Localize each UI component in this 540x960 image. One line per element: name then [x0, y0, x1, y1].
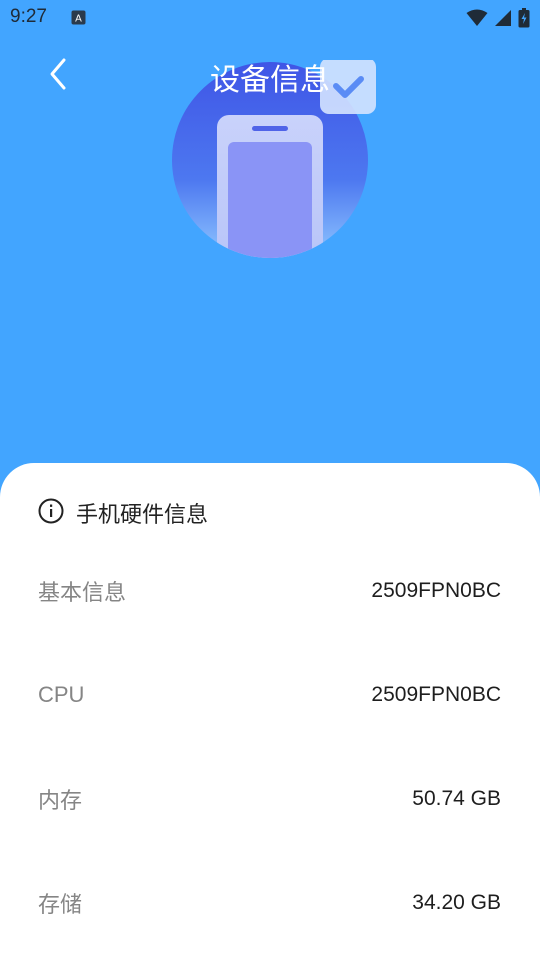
card-header: 手机硬件信息 — [38, 497, 208, 529]
status-time: 9:27 — [10, 6, 47, 27]
info-row-basic: 基本信息 2509FPN0BC — [38, 571, 501, 611]
wifi-icon — [466, 9, 488, 31]
info-value: 34.20 GB — [412, 891, 501, 914]
info-label: CPU — [38, 682, 85, 707]
svg-text:A: A — [75, 14, 82, 25]
info-label: 内存 — [38, 789, 83, 814]
info-value: 2509FPN0BC — [371, 579, 501, 602]
info-value: 50.74 GB — [412, 787, 501, 810]
info-label: 存储 — [38, 893, 83, 918]
info-value: 2509FPN0BC — [371, 683, 501, 706]
info-row-storage: 存储 34.20 GB — [38, 883, 501, 923]
page-title: 设备信息 — [210, 63, 330, 98]
info-row-memory: 内存 50.74 GB — [38, 779, 501, 819]
cell-signal-icon — [494, 9, 512, 31]
app-notification-icon: A — [71, 10, 86, 29]
battery-charging-icon — [518, 8, 530, 32]
info-icon — [38, 498, 64, 528]
info-row-cpu: CPU 2509FPN0BC — [38, 675, 501, 715]
status-bar: 9:27 A — [0, 0, 540, 36]
hardware-info-card: 手机硬件信息 基本信息 2509FPN0BC CPU 2509FPN0BC 内存… — [0, 463, 540, 960]
info-label: 基本信息 — [38, 581, 127, 606]
card-title: 手机硬件信息 — [76, 503, 209, 528]
